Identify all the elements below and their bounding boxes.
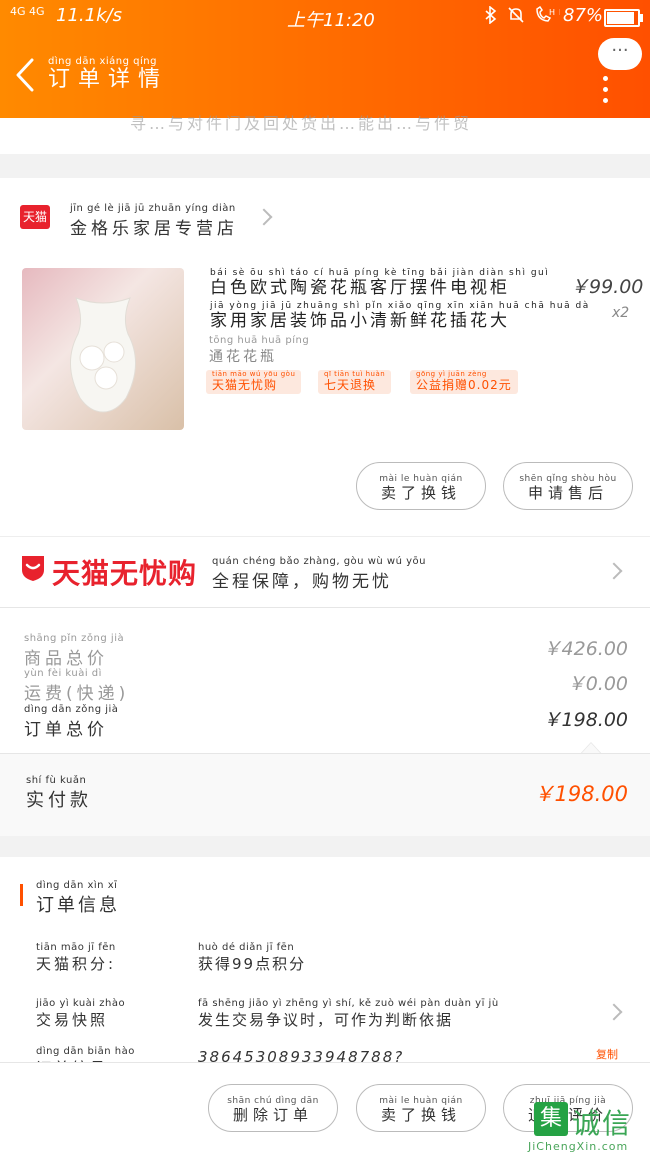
paid-label: shí fù kuǎn 实付款 <box>26 775 92 812</box>
snapshot-label[interactable]: jiāo yì kuài zhào 交易快照 <box>36 998 125 1030</box>
page-title-text: 订单详情 <box>48 67 169 92</box>
label-text: 订单总价 <box>24 720 108 740</box>
sell-for-cash-button[interactable]: mài le huàn qián 卖了换钱 <box>356 462 486 510</box>
tag-worry-free: tiān māo wú yōu gòu 天猫无忧购 <box>206 370 302 394</box>
delete-order-button[interactable]: shān chú dìng dān 删除订单 <box>208 1084 338 1132</box>
label-text: 运费(快递) <box>24 684 130 704</box>
shipping-label: yùn fèi kuài dì 运费(快递) <box>24 668 129 704</box>
watermark-text: 诚信 <box>572 1107 633 1140</box>
label-pinyin: shāng pǐn zǒng jià <box>24 633 125 644</box>
guarantee-brand: 天猫无忧购 <box>52 557 198 590</box>
label-text: 商品总价 <box>24 649 108 669</box>
guarantee-pinyin: quán chéng bǎo zhàng, gòu wù wú yōu <box>212 556 426 567</box>
goods-total-value: ￥426.00 <box>542 638 628 660</box>
overflow-dots-icon[interactable] <box>603 76 609 109</box>
page-title: dìng dān xiáng qíng 订单详情 <box>48 56 168 93</box>
tag-pinyin: qī tiān tuì huàn <box>324 370 386 378</box>
product-quantity: x2 <box>612 305 630 321</box>
after-sales-button[interactable]: shēn qǐng shòu hòu 申请售后 <box>503 462 633 510</box>
snapshot-value[interactable]: fā shēng jiāo yì zhēng yì shí, kě zuò wé… <box>198 998 499 1030</box>
svg-text:HD: HD <box>549 8 560 17</box>
button-pinyin: shān chú dìng dān <box>227 1096 319 1106</box>
goods-total-label: shāng pǐn zǒng jià 商品总价 <box>24 633 124 669</box>
status-icons: HD <box>484 5 565 28</box>
button-pinyin: mài le huàn qián <box>379 474 463 484</box>
status-bar: 4G 4G 11.1k/s 上午11:20 HD 87% <box>0 0 650 34</box>
value-text: 发生交易争议时，可作为判断依据 <box>198 1011 454 1029</box>
product-variant-text: 通花花瓶 <box>209 349 277 365</box>
clipped-text: 寻…与对件门及回处货出…能出…与件贸 <box>130 114 473 133</box>
copy-order-number-link[interactable]: 复制 <box>596 1046 618 1062</box>
tmall-shield-icon <box>22 556 44 581</box>
hd-call-icon: HD <box>536 5 565 22</box>
button-label: 删除订单 <box>232 1106 313 1124</box>
tag-charity-donation: gōng yì juān zèng 公益捐赠0.02元 <box>410 370 518 394</box>
title-text: 订单信息 <box>36 895 120 916</box>
tag-text: 七天退换 <box>324 378 377 392</box>
watermark-url: JiChengXin.com <box>528 1140 629 1153</box>
bluetooth-icon <box>485 5 497 25</box>
label-text: 天猫积分: <box>36 955 117 973</box>
paid-value: ￥198.00 <box>533 782 628 806</box>
back-arrow-icon[interactable] <box>12 58 42 92</box>
product-title[interactable]: bái sè ōu shì táo cí huā píng kè tīng bǎ… <box>210 268 588 331</box>
label-text: 交易快照 <box>36 1011 109 1029</box>
shop-name-pinyin: jīn gé lè jiā jū zhuān yíng diàn <box>70 203 236 214</box>
guarantee-text: quán chéng bǎo zhàng, gòu wù wú yōu 全程保障… <box>212 556 426 592</box>
button-pinyin: shēn qǐng shòu hòu <box>519 474 617 484</box>
battery-icon <box>604 9 643 27</box>
vase-illustration <box>69 297 137 413</box>
label-pinyin: tiān māo jī fēn <box>36 942 116 953</box>
product-variant: tōng huā huā píng 通花花瓶 <box>209 335 309 366</box>
order-total-label: dìng dān zǒng jià 订单总价 <box>24 704 118 740</box>
signal-indicator: 4G 4G <box>10 5 45 18</box>
tag-text: 公益捐赠0.02元 <box>416 378 512 392</box>
product-price: ￥99.00 <box>570 276 644 298</box>
tmall-points-label: tiān māo jī fēn 天猫积分: <box>36 942 116 974</box>
value-pinyin: fā shēng jiāo yì zhēng yì shí, kě zuò wé… <box>198 998 499 1009</box>
value-text: 获得99点积分 <box>198 955 307 973</box>
mute-icon <box>508 7 524 23</box>
order-info-title: dìng dān xìn xī 订单信息 <box>36 880 120 917</box>
page-title-pinyin: dìng dān xiáng qíng <box>48 56 157 67</box>
button-label: 卖了换钱 <box>380 1106 461 1124</box>
tag-text: 天猫无忧购 <box>212 378 278 392</box>
app-header: 4G 4G 11.1k/s 上午11:20 HD 87% dìng dān xi… <box>0 0 650 118</box>
label-text: 实付款 <box>26 790 92 811</box>
label-pinyin: jiāo yì kuài zhào <box>36 998 126 1009</box>
label-pinyin: dìng dān zǒng jià <box>24 704 119 715</box>
site-watermark: 集 诚信 JiChengXin.com <box>528 1100 650 1155</box>
label-pinyin: shí fù kuǎn <box>26 775 87 786</box>
order-total-value: ￥198.00 <box>542 709 628 731</box>
button-label: 卖了换钱 <box>380 484 461 502</box>
battery-percent: 87% <box>563 5 604 26</box>
guarantee-label: 全程保障，购物无忧 <box>212 572 392 592</box>
label-pinyin: dìng dān biān hào <box>36 1046 135 1057</box>
shop-name[interactable]: jīn gé lè jiā jū zhuān yíng diàn 金格乐家居专营… <box>70 203 238 239</box>
button-pinyin: mài le huàn qián <box>379 1096 463 1106</box>
label-pinyin: yùn fèi kuài dì <box>24 668 102 679</box>
clock: 上午11:20 <box>287 10 375 31</box>
tmall-shop-badge: 天猫 <box>20 205 50 229</box>
more-menu-button[interactable]: ··· <box>598 38 642 70</box>
product-title-line-2: 家用家居装饰品小清新鲜花插花大 <box>210 311 510 331</box>
section-accent-bar <box>20 884 23 906</box>
product-image[interactable] <box>22 268 184 430</box>
previous-section-fragment: 寻…与对件门及回处货出…能出…与件贸 <box>0 114 650 154</box>
value-pinyin: huò dé diǎn jī fēn <box>198 942 295 953</box>
button-label: 申请售后 <box>527 484 608 502</box>
network-speed: 11.1k/s <box>56 5 122 26</box>
product-title-line-1: 白色欧式陶瓷花瓶客厅摆件电视柜 <box>210 278 510 298</box>
tag-seven-day-return: qī tiān tuì huàn 七天退换 <box>318 370 392 394</box>
watermark-logo: 集 <box>534 1102 568 1136</box>
tag-pinyin: gōng yì juān zèng <box>416 370 487 378</box>
tag-pinyin: tiān māo wú yōu gòu <box>212 370 296 378</box>
tmall-points-value: huò dé diǎn jī fēn 获得99点积分 <box>198 942 306 974</box>
sell-for-cash-bottom-button[interactable]: mài le huàn qián 卖了换钱 <box>356 1084 486 1132</box>
shop-name-text: 金格乐家居专营店 <box>70 219 238 239</box>
shipping-value: ￥0.00 <box>566 673 628 695</box>
product-variant-pinyin: tōng huā huā píng <box>209 335 310 346</box>
title-pinyin: dìng dān xìn xī <box>36 880 118 891</box>
